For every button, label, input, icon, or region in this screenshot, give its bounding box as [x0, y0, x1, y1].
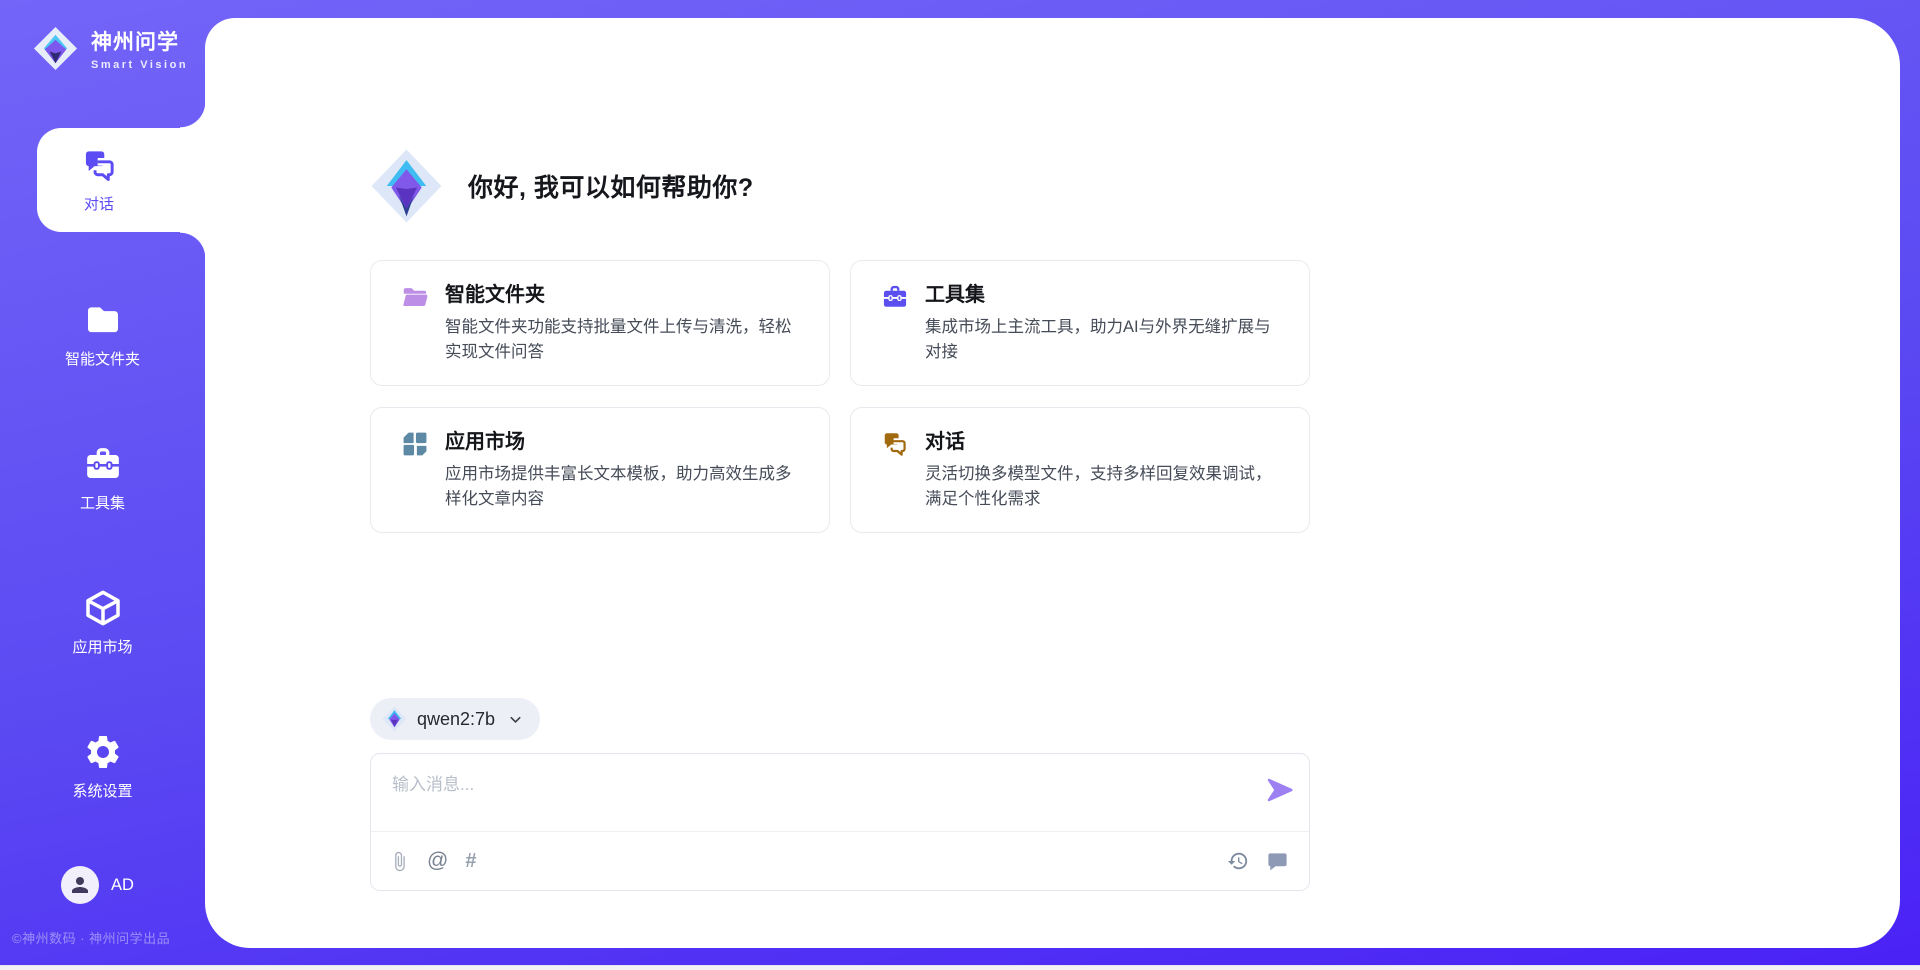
assistant-diamond-icon [370, 148, 443, 224]
card-description: 灵活切换多模型文件，支持多样回复效果调试，满足个性化需求 [925, 462, 1287, 512]
attachment-icon [389, 851, 410, 872]
model-name: qwen2:7b [417, 709, 495, 730]
message-input[interactable] [390, 767, 1240, 803]
horizontal-scrollbar[interactable] [0, 965, 1920, 970]
hashtag-button[interactable]: # [465, 848, 476, 874]
feature-cards: 智能文件夹 智能文件夹功能支持批量文件上传与清洗，轻松实现文件问答 工具集 集成… [370, 260, 1310, 533]
brand-subtitle: Smart Vision [91, 59, 188, 71]
send-icon [1264, 776, 1296, 804]
sidebar-footer: ©神州数码 · 神州问学出品 [12, 928, 232, 947]
card-title: 智能文件夹 [445, 281, 807, 309]
sidebar-item-settings[interactable]: 系统设置 [0, 732, 205, 801]
card-description: 智能文件夹功能支持批量文件上传与清洗，轻松实现文件问答 [445, 315, 807, 365]
avatar [61, 866, 99, 904]
sidebar-item-toolset[interactable]: 工具集 [0, 444, 205, 513]
card-title: 应用市场 [445, 428, 807, 456]
cube-icon [83, 588, 123, 628]
user-initials: AD [111, 876, 134, 895]
card-chat[interactable]: 对话 灵活切换多模型文件，支持多样回复效果调试，满足个性化需求 [850, 407, 1310, 533]
person-icon [68, 873, 92, 897]
message-composer: @ # [370, 753, 1310, 891]
card-description: 应用市场提供丰富长文本模板，助力高效生成多样化文章内容 [445, 462, 807, 512]
chat-bubbles-icon [81, 147, 118, 184]
sidebar-item-chat-content: 对话 [37, 128, 161, 232]
card-title: 工具集 [925, 281, 1287, 309]
mention-icon: @ [427, 849, 448, 873]
folder-open-icon [401, 283, 429, 311]
greeting-title: 你好, 我可以如何帮助你? [468, 168, 754, 204]
mention-button[interactable]: @ [427, 848, 448, 874]
history-icon [1227, 850, 1249, 872]
history-button[interactable] [1227, 848, 1249, 874]
brand-diamond-icon [32, 25, 79, 72]
sidebar-item-label: 智能文件夹 [65, 348, 140, 369]
sidebar-item-label: 工具集 [80, 492, 125, 513]
conversation-button[interactable] [1266, 848, 1289, 874]
model-selector[interactable]: qwen2:7b [370, 698, 540, 740]
send-button[interactable] [1263, 775, 1297, 807]
sidebar-item-chat[interactable]: 对话 [37, 128, 206, 232]
chat-bubbles-icon [881, 430, 909, 458]
composer-toolbar: @ # [389, 832, 1289, 890]
greeting-block: 你好, 我可以如何帮助你? [370, 148, 754, 224]
toolbox-icon [83, 444, 123, 484]
card-text: 应用市场 应用市场提供丰富长文本模板，助力高效生成多样化文章内容 [445, 428, 807, 532]
sidebar-item-app-market[interactable]: 应用市场 [0, 588, 205, 657]
card-smart-folder[interactable]: 智能文件夹 智能文件夹功能支持批量文件上传与清洗，轻松实现文件问答 [370, 260, 830, 386]
sidebar-item-label: 系统设置 [72, 780, 132, 801]
toolbox-icon [881, 283, 909, 311]
attachment-button[interactable] [389, 848, 410, 874]
sidebar-item-smart-folder[interactable]: 智能文件夹 [0, 300, 205, 369]
folder-icon [83, 300, 123, 340]
sidebar-item-label: 对话 [84, 193, 114, 214]
gear-icon [83, 732, 123, 772]
brand-name: 神州问学 [91, 26, 188, 56]
mosaic-icon [401, 430, 429, 458]
sidebar-item-label: 应用市场 [72, 636, 132, 657]
hashtag-icon: # [465, 850, 476, 873]
conversation-icon [1266, 850, 1289, 873]
brand-logo-block: 神州问学 Smart Vision [32, 25, 188, 72]
card-app-market[interactable]: 应用市场 应用市场提供丰富长文本模板，助力高效生成多样化文章内容 [370, 407, 830, 533]
model-logo-icon [382, 706, 407, 732]
card-toolset[interactable]: 工具集 集成市场上主流工具，助力AI与外界无缝扩展与对接 [850, 260, 1310, 386]
card-title: 对话 [925, 428, 1287, 456]
brand-text: 神州问学 Smart Vision [91, 26, 188, 71]
chevron-down-icon [507, 711, 524, 728]
app-root: 神州问学 Smart Vision 对话 智能文件夹 工具集 [0, 0, 1920, 970]
card-description: 集成市场上主流工具，助力AI与外界无缝扩展与对接 [925, 315, 1287, 365]
card-text: 工具集 集成市场上主流工具，助力AI与外界无缝扩展与对接 [925, 281, 1287, 385]
main-content: 你好, 我可以如何帮助你? 智能文件夹 智能文件夹功能支持批量文件上传与清洗，轻… [370, 0, 1310, 970]
card-text: 对话 灵活切换多模型文件，支持多样回复效果调试，满足个性化需求 [925, 428, 1287, 532]
card-text: 智能文件夹 智能文件夹功能支持批量文件上传与清洗，轻松实现文件问答 [445, 281, 807, 385]
user-account[interactable]: AD [0, 866, 195, 904]
